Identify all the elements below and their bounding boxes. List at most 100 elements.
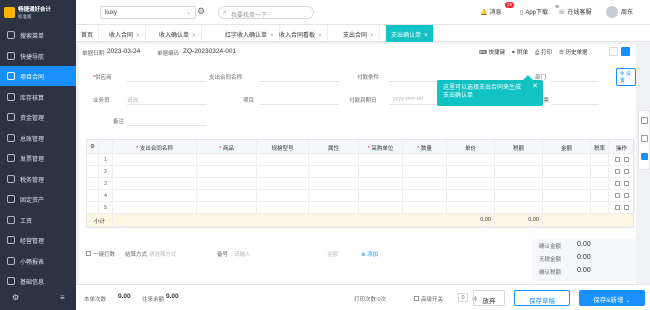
sidebar-item-4[interactable]: 库存核算 xyxy=(0,87,76,107)
close-tab-icon[interactable]: × xyxy=(318,33,322,39)
copy-row-icon[interactable] xyxy=(614,205,620,210)
setting-button[interactable]: ⚙ 设置 xyxy=(616,68,636,86)
delete-row-icon[interactable] xyxy=(623,157,629,162)
sidebar-item-9[interactable]: 固定资产 xyxy=(0,189,76,209)
table-cell[interactable] xyxy=(495,190,543,201)
tab-5[interactable]: 收入合同看板 × xyxy=(274,25,328,42)
tab-6[interactable]: 支出合同 × xyxy=(338,25,380,42)
table-cell[interactable] xyxy=(447,190,495,201)
remark-field[interactable] xyxy=(127,125,207,126)
copy-row-icon[interactable] xyxy=(614,193,620,198)
table-cell[interactable] xyxy=(591,190,609,201)
table-cell[interactable] xyxy=(591,202,609,213)
table-cell[interactable] xyxy=(257,178,309,189)
column-settings-icon[interactable]: ⚙ xyxy=(90,144,95,150)
salesman-field[interactable]: 请选... xyxy=(127,96,143,104)
table-cell[interactable] xyxy=(495,202,543,213)
table-cell[interactable] xyxy=(447,202,495,213)
project-field[interactable] xyxy=(259,104,339,105)
table-cell[interactable] xyxy=(495,166,543,177)
sidebar-item-3[interactable]: 项目合同 xyxy=(0,66,76,86)
bill-input[interactable]: 请输入 xyxy=(234,250,251,258)
table-cell[interactable] xyxy=(359,178,403,189)
table-cell[interactable] xyxy=(359,202,403,213)
department-field[interactable] xyxy=(551,81,599,82)
table-cell[interactable] xyxy=(113,154,197,165)
amount-input[interactable]: 金额 xyxy=(327,250,338,258)
table-cell[interactable] xyxy=(359,166,403,177)
copy-row-icon[interactable] xyxy=(614,181,620,186)
avatar[interactable] xyxy=(606,6,618,18)
tab-3[interactable]: 收入确认单 × xyxy=(154,25,202,42)
shortcut-button[interactable]: ⌨ 快捷键 xyxy=(479,48,505,56)
copy-row-icon[interactable] xyxy=(614,157,620,162)
advanced-toggle[interactable]: 高级开关: xyxy=(414,295,445,303)
table-cell[interactable] xyxy=(543,178,591,189)
tab-1[interactable]: 首页 xyxy=(76,25,100,42)
table-cell[interactable] xyxy=(543,154,591,165)
table-cell[interactable] xyxy=(197,166,257,177)
discard-button[interactable]: 放弃 xyxy=(473,290,505,306)
table-cell[interactable] xyxy=(197,190,257,201)
special-invoice-field[interactable] xyxy=(551,104,599,105)
table-cell[interactable] xyxy=(113,178,197,189)
delete-row-icon[interactable] xyxy=(623,193,629,198)
sidebar-item-6[interactable]: 总账管理 xyxy=(0,128,76,148)
tab-menu-icon[interactable]: ≡ xyxy=(555,4,559,11)
copy-row-icon[interactable] xyxy=(614,169,620,174)
table-cell[interactable] xyxy=(591,166,609,177)
code-field[interactable]: ZQ-20230324-001 xyxy=(183,48,236,55)
delete-row-icon[interactable] xyxy=(623,181,629,186)
app-download-button[interactable]: ▯ App下载 xyxy=(520,7,548,16)
close-icon[interactable]: ✕ xyxy=(532,83,538,91)
history-button[interactable]: ☰ 历史单据 xyxy=(559,48,587,56)
close-tab-icon[interactable]: × xyxy=(192,33,196,39)
sidebar-item-8[interactable]: 税务管理 xyxy=(0,169,76,189)
table-cell[interactable] xyxy=(447,154,495,165)
table-cell[interactable] xyxy=(257,154,309,165)
table-cell[interactable] xyxy=(197,178,257,189)
close-tab-icon[interactable]: × xyxy=(270,33,274,39)
sidebar-item-1[interactable]: 搜索菜单 xyxy=(0,25,76,45)
table-cell[interactable] xyxy=(591,178,609,189)
table-cell[interactable] xyxy=(403,190,447,201)
table-cell[interactable] xyxy=(403,154,447,165)
sidebar-item-13[interactable]: 基础信息 xyxy=(0,271,76,291)
app-logo[interactable]: 畅捷通好会计 标准版 xyxy=(0,0,76,25)
supplier-field[interactable] xyxy=(127,81,207,82)
table-cell[interactable] xyxy=(197,154,257,165)
table-cell[interactable] xyxy=(543,190,591,201)
tab-4[interactable]: 红字收入确认单 × xyxy=(220,25,280,42)
table-cell[interactable] xyxy=(309,178,359,189)
collapse-sidebar-icon[interactable]: ≡ xyxy=(60,293,65,302)
table-cell[interactable] xyxy=(403,178,447,189)
close-tab-icon[interactable]: × xyxy=(136,33,140,39)
online-service-button[interactable]: ☏ 在线客服 xyxy=(558,7,592,16)
table-cell[interactable] xyxy=(113,190,197,201)
table-cell[interactable] xyxy=(447,178,495,189)
doc-icon[interactable] xyxy=(641,117,648,124)
sidebar-item-12[interactable]: 小畅报表 xyxy=(0,251,76,271)
table-cell[interactable] xyxy=(359,154,403,165)
sidebar-item-10[interactable]: 工资 xyxy=(0,210,76,230)
table-cell[interactable] xyxy=(257,202,309,213)
table-cell[interactable] xyxy=(447,166,495,177)
table-cell[interactable] xyxy=(197,202,257,213)
print-value-input[interactable]: 0 xyxy=(458,293,468,302)
attach-button[interactable]: ⚭ 附单 xyxy=(511,48,528,56)
one-click-checkbox[interactable]: 一键打数 xyxy=(86,250,115,258)
table-cell[interactable] xyxy=(309,154,359,165)
print-button[interactable]: ⎙ 打印 xyxy=(535,48,552,57)
save-draft-button[interactable]: 保存草稿 xyxy=(514,290,570,306)
table-cell[interactable] xyxy=(543,166,591,177)
company-select[interactable]: liuxy ⌄ xyxy=(100,6,196,19)
date-field[interactable]: 2023-03-24 xyxy=(107,48,140,55)
gear-icon[interactable]: ⚙ xyxy=(197,6,205,17)
save-new-button[interactable]: 保存&新增 ⌄ xyxy=(579,290,645,306)
sidebar-item-2[interactable]: 快捷导航 xyxy=(0,46,76,66)
sidebar-item-7[interactable]: 发票管理 xyxy=(0,148,76,168)
chart-icon[interactable] xyxy=(641,153,648,160)
contract-name-field[interactable] xyxy=(259,81,339,82)
table-cell[interactable] xyxy=(257,190,309,201)
table-cell[interactable] xyxy=(309,202,359,213)
